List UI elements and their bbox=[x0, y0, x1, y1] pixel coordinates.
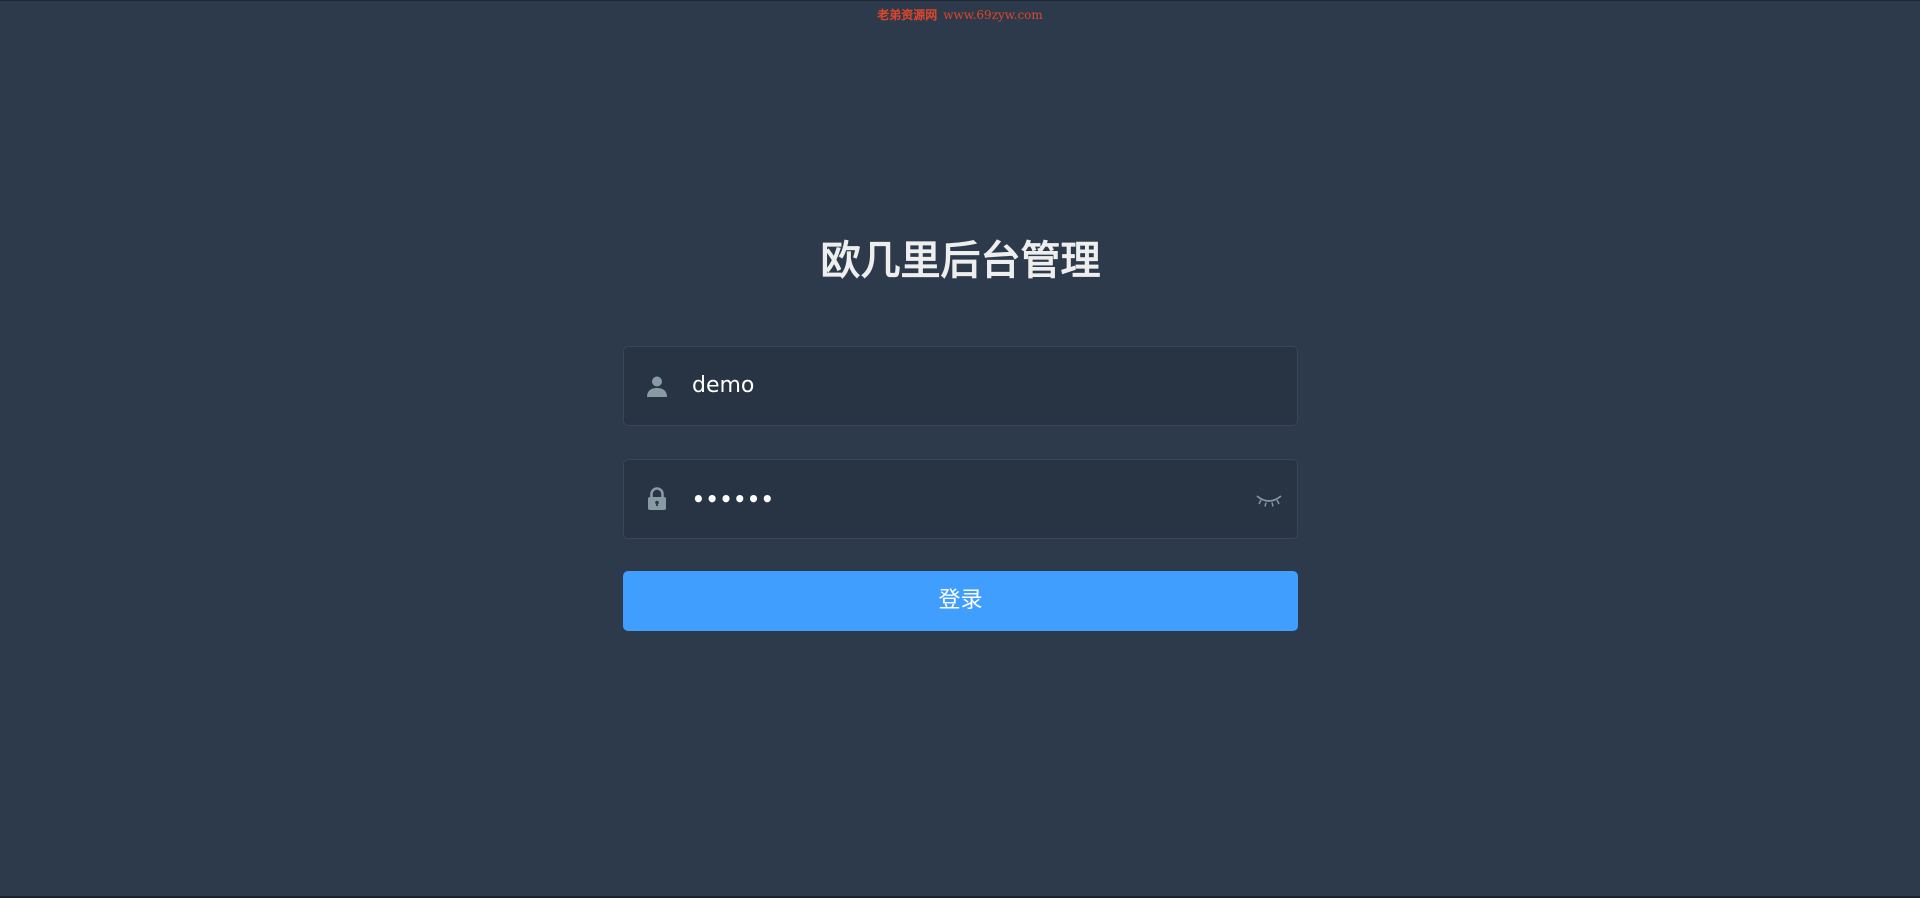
watermark-url: www.69zyw.com bbox=[943, 8, 1043, 22]
watermark-name: 老弟资源网 bbox=[877, 8, 938, 22]
watermark: 老弟资源网 www.69zyw.com bbox=[0, 8, 1920, 22]
top-border bbox=[0, 0, 1920, 1]
username-input[interactable] bbox=[692, 347, 1232, 425]
eye-closed-icon[interactable] bbox=[1255, 487, 1283, 511]
user-icon bbox=[645, 374, 669, 398]
page-title: 欧几里后台管理 bbox=[820, 238, 1101, 284]
password-input[interactable]: •••••• bbox=[692, 460, 1232, 538]
username-field[interactable] bbox=[623, 346, 1298, 426]
login-button[interactable]: 登录 bbox=[623, 571, 1298, 631]
password-field[interactable]: •••••• bbox=[623, 459, 1298, 539]
lock-icon bbox=[645, 487, 669, 511]
